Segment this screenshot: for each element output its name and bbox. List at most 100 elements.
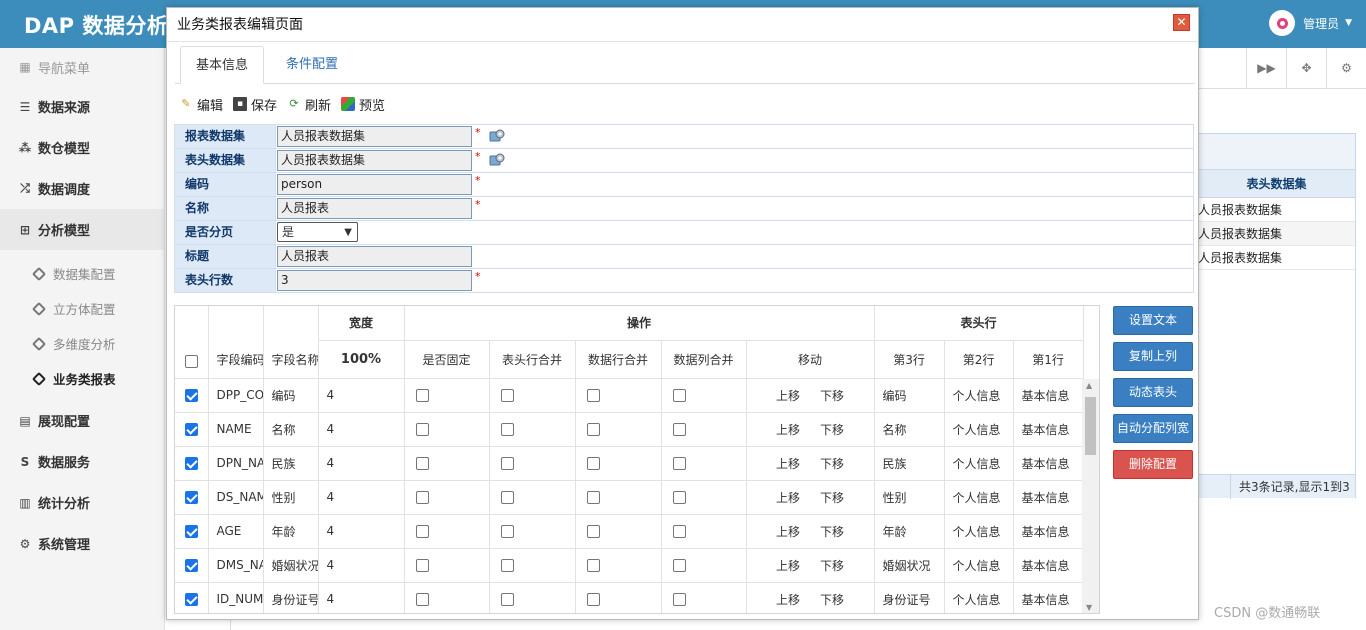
table-row[interactable]: AGE 年龄 4 上移 下移 年龄 个人信息 基本信息 <box>175 514 1084 549</box>
row3-cell[interactable]: 民族 <box>874 446 945 481</box>
table-row[interactable]: 人员报表数据集 <box>1198 222 1355 246</box>
sidebar-item-data-source[interactable]: ☰ 数据来源 <box>0 86 164 127</box>
row3-cell[interactable]: 名称 <box>874 412 945 447</box>
move-up-link[interactable]: 上移 <box>776 525 800 539</box>
tab-condition-config[interactable]: 条件配置 <box>271 46 353 84</box>
width-cell[interactable]: 4 <box>318 446 405 481</box>
sidebar-item-statistics[interactable]: ▥ 统计分析 <box>0 482 164 523</box>
fixed-checkbox[interactable] <box>415 593 429 606</box>
row1-cell[interactable]: 基本信息 <box>1013 378 1084 413</box>
header-merge-checkbox[interactable] <box>500 593 514 606</box>
row3-cell[interactable]: 身份证号 <box>874 582 945 613</box>
sidebar-subitem-business-report[interactable]: 业务类报表 <box>0 361 164 396</box>
data-row-merge-checkbox[interactable] <box>586 525 600 538</box>
row-select-checkbox[interactable] <box>184 389 198 402</box>
report-dataset-field[interactable]: 人员报表数据集 <box>277 126 472 147</box>
row1-cell[interactable]: 基本信息 <box>1013 480 1084 515</box>
row2-cell[interactable]: 个人信息 <box>944 446 1014 481</box>
width-cell[interactable]: 4 <box>318 548 405 583</box>
data-col-merge-checkbox[interactable] <box>672 525 686 538</box>
table-row[interactable]: 人员报表数据集 <box>1198 198 1355 222</box>
data-col-merge-checkbox[interactable] <box>672 593 686 606</box>
fixed-checkbox[interactable] <box>415 423 429 436</box>
scroll-up-icon[interactable]: ▲ <box>1086 381 1092 390</box>
move-down-link[interactable]: 下移 <box>820 593 844 607</box>
sidebar-item-warehouse-model[interactable]: ⁂ 数仓模型 <box>0 127 164 168</box>
row1-cell[interactable]: 基本信息 <box>1013 582 1084 613</box>
row3-cell[interactable]: 婚姻状况 <box>874 548 945 583</box>
code-field[interactable]: person <box>277 174 472 195</box>
width-cell[interactable]: 4 <box>318 412 405 447</box>
edit-button[interactable]: ✎ 编辑 <box>179 95 223 114</box>
row-select-checkbox[interactable] <box>184 559 198 572</box>
header-merge-checkbox[interactable] <box>500 559 514 572</box>
table-row[interactable]: DMS_NAME婚姻状况4上移下移婚姻状况个人信息基本信息 <box>175 548 1084 583</box>
row-select-checkbox[interactable] <box>184 525 198 538</box>
move-up-link[interactable]: 上移 <box>776 559 800 573</box>
row2-cell[interactable]: 个人信息 <box>944 548 1014 583</box>
fixed-checkbox[interactable] <box>415 559 429 572</box>
scrollbar-thumb[interactable] <box>1085 397 1096 455</box>
row1-cell[interactable]: 基本信息 <box>1013 446 1084 481</box>
dynamic-header-button[interactable]: 动态表头 <box>1113 378 1193 407</box>
move-up-link[interactable]: 上移 <box>776 389 800 403</box>
table-row[interactable]: DPP_CODE编码4上移下移编码个人信息基本信息 <box>175 378 1084 413</box>
name-field[interactable]: 人员报表 <box>277 198 472 219</box>
refresh-button[interactable]: ⟳ 刷新 <box>287 95 331 114</box>
width-cell[interactable]: 4 <box>318 514 405 549</box>
fixed-checkbox[interactable] <box>415 389 429 402</box>
sidebar-item-system-admin[interactable]: ⚙ 系统管理 <box>0 523 164 564</box>
row1-cell[interactable]: 基本信息 <box>1013 514 1084 549</box>
table-row[interactable]: DPN_NATION民族4上移下移民族个人信息基本信息 <box>175 446 1084 481</box>
move-down-link[interactable]: 下移 <box>820 457 844 471</box>
header-merge-checkbox[interactable] <box>500 423 514 436</box>
move-down-link[interactable]: 下移 <box>820 423 844 437</box>
row-select-checkbox[interactable] <box>184 491 198 504</box>
row2-cell[interactable]: 个人信息 <box>944 412 1014 447</box>
auto-column-width-button[interactable]: 自动分配列宽 <box>1113 414 1193 443</box>
scroll-down-icon[interactable]: ▼ <box>1086 603 1092 612</box>
row2-cell[interactable]: 个人信息 <box>944 480 1014 515</box>
row3-cell[interactable]: 性别 <box>874 480 945 515</box>
sidebar-item-display-config[interactable]: ▤ 展现配置 <box>0 400 164 441</box>
header-rows-field[interactable]: 3 <box>277 270 472 291</box>
data-col-merge-checkbox[interactable] <box>672 423 686 436</box>
table-row[interactable]: DS_NAME性别4上移下移性别个人信息基本信息 <box>175 480 1084 515</box>
data-col-merge-checkbox[interactable] <box>672 457 686 470</box>
header-merge-checkbox[interactable] <box>500 389 514 402</box>
sidebar-item-analysis-model[interactable]: ⊞ 分析模型 <box>0 209 164 250</box>
move-up-link[interactable]: 上移 <box>776 491 800 505</box>
table-row[interactable]: 人员报表数据集 <box>1198 246 1355 270</box>
settings-icon[interactable]: ⚙ <box>1326 48 1366 88</box>
user-menu[interactable]: 管理员 ▼ <box>1269 10 1352 36</box>
data-col-merge-checkbox[interactable] <box>672 559 686 572</box>
fixed-checkbox[interactable] <box>415 491 429 504</box>
move-down-link[interactable]: 下移 <box>820 559 844 573</box>
fixed-checkbox[interactable] <box>415 457 429 470</box>
close-icon[interactable]: ✕ <box>1173 14 1190 31</box>
move-up-link[interactable]: 上移 <box>776 423 800 437</box>
data-row-merge-checkbox[interactable] <box>586 423 600 436</box>
paging-select[interactable]: 是 ▼ <box>277 222 358 242</box>
table-row[interactable]: NAME 名称 4 上移 下移 名称 个人信息 基本信息 <box>175 412 1084 447</box>
data-row-merge-checkbox[interactable] <box>586 491 600 504</box>
copy-prev-column-button[interactable]: 复制上列 <box>1113 342 1193 371</box>
save-button[interactable]: ▪ 保存 <box>233 95 277 114</box>
data-row-merge-checkbox[interactable] <box>586 593 600 606</box>
data-row-merge-checkbox[interactable] <box>586 559 600 572</box>
table-row[interactable]: ID_NUMBER身份证号4上移下移身份证号个人信息基本信息 <box>175 582 1084 613</box>
sidebar-item-data-schedule[interactable]: ⤮ 数据调度 <box>0 168 164 209</box>
fullscreen-icon[interactable]: ✥ <box>1286 48 1326 88</box>
sidebar-subitem-cube-config[interactable]: 立方体配置 <box>0 291 164 326</box>
header-merge-checkbox[interactable] <box>500 491 514 504</box>
data-col-merge-checkbox[interactable] <box>672 389 686 402</box>
row1-cell[interactable]: 基本信息 <box>1013 412 1084 447</box>
sidebar-subitem-dataset-config[interactable]: 数据集配置 <box>0 256 164 291</box>
header-merge-checkbox[interactable] <box>500 457 514 470</box>
row2-cell[interactable]: 个人信息 <box>944 378 1014 413</box>
grid-scrollbar[interactable]: ▲ ▼ <box>1082 379 1099 613</box>
data-col-merge-checkbox[interactable] <box>672 491 686 504</box>
move-up-link[interactable]: 上移 <box>776 593 800 607</box>
select-all-checkbox[interactable] <box>184 354 198 368</box>
move-down-link[interactable]: 下移 <box>820 389 844 403</box>
